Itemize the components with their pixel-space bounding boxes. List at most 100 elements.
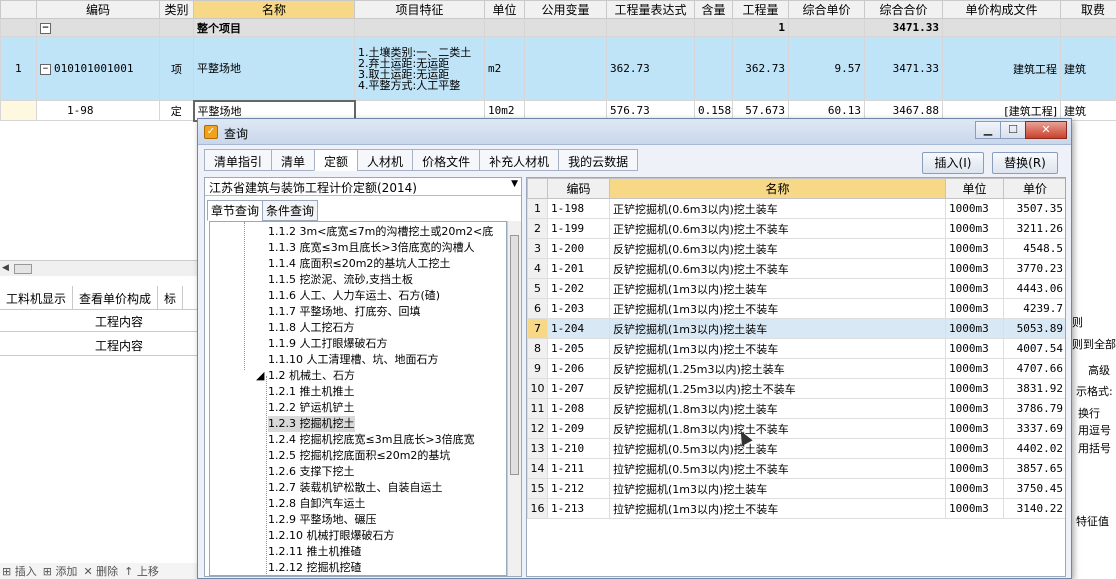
tab-quota[interactable]: 定额	[314, 149, 358, 171]
tree-item[interactable]: 1.2.9 平整场地、碾压	[268, 512, 377, 528]
table-row[interactable]: 12 1-209 反铲挖掘机(1.8m3以内)挖土不装车 1000m3 3337.69	[527, 418, 1065, 439]
scrollbar-thumb[interactable]	[14, 264, 32, 274]
tree-item[interactable]: 1.2.11 推土机推碴	[268, 544, 361, 560]
tree-item[interactable]: 1.2.10 机械打眼爆破石方	[268, 528, 394, 544]
col-header-file[interactable]: 单价构成文件	[942, 0, 1061, 19]
tab-chapter-search[interactable]: 章节查询	[207, 200, 264, 221]
item-features[interactable]: 1.土壤类别:一、二类土 2.弃土运距:无运距 3.取土运距:无运距 4.平整方…	[354, 36, 485, 101]
tree-scrollbar[interactable]	[507, 221, 521, 576]
tree-item[interactable]: ◢ 1.2 机械土、石方	[256, 368, 355, 384]
tree-item[interactable]: 1.1.4 底面积≤20m2的基坑人工挖土	[268, 256, 450, 272]
col-header-unit-price[interactable]: 综合单价	[788, 0, 865, 19]
grid-header-name[interactable]: 名称	[609, 178, 946, 199]
tree-item[interactable]: 1.1.6 人工、人力车运土、石方(碴)	[268, 288, 440, 304]
tree-item[interactable]: 1.2.3 挖掘机挖土	[268, 416, 355, 432]
add-button[interactable]: ⊞ 添加	[43, 563, 78, 579]
table-row[interactable]: 10 1-207 反铲挖掘机(1.25m3以内)挖土不装车 1000m3 3831.92	[527, 378, 1065, 399]
insert-button[interactable]: ⊞ 插入	[2, 563, 37, 579]
tab-supplement[interactable]: 补充人材机	[479, 149, 559, 171]
delete-button[interactable]: ✕ 删除	[83, 563, 118, 579]
tree-item[interactable]: 1.2.12 挖掘机挖碴	[268, 560, 361, 575]
minimize-button[interactable]: ▁	[975, 121, 1001, 139]
grid-corner[interactable]	[527, 178, 548, 199]
tree-item[interactable]: 1.2.6 支撑下挖土	[268, 464, 355, 480]
col-header-expr[interactable]: 工程量表达式	[606, 0, 695, 19]
grid-header-price[interactable]: 单价	[1003, 178, 1065, 199]
sheet-corner[interactable]	[0, 0, 37, 19]
tree-item[interactable]: 1.1.7 平整场地、打底夯、回填	[268, 304, 421, 320]
move-up-button[interactable]: ↑ 上移	[124, 563, 159, 579]
table-row[interactable]: 5 1-202 正铲挖掘机(1m3以内)挖土装车 1000m3 4443.06	[527, 278, 1065, 299]
close-button[interactable]: ✕	[1025, 121, 1067, 139]
grid-header-code[interactable]: 编码	[547, 178, 610, 199]
collapse-icon[interactable]: −	[40, 63, 51, 75]
tab-price-composition[interactable]: 查看单价构成	[73, 286, 159, 309]
tree-item[interactable]: 1.1.2 3m<底宽≤7m的沟槽挖土或20m2<底	[268, 224, 493, 240]
tab-condition-search[interactable]: 条件查询	[262, 200, 319, 221]
item-name[interactable]: 平整场地	[193, 36, 355, 101]
item-unit[interactable]: m2	[484, 36, 525, 101]
col-header-code[interactable]: 编码	[36, 0, 160, 19]
replace-button[interactable]: 替换(R)	[992, 152, 1058, 174]
scrollbar-thumb[interactable]	[510, 235, 519, 475]
maximize-button[interactable]: ☐	[1000, 121, 1026, 139]
table-row[interactable]: 6 1-203 正铲挖掘机(1m3以内)挖土不装车 1000m3 4239.7	[527, 298, 1065, 319]
table-row[interactable]: 1 −010101001001 项 平整场地 1.土壤类别:一、二类土 2.弃土…	[0, 36, 1116, 101]
col-header-fee[interactable]: 取费	[1060, 0, 1116, 19]
horizontal-scrollbar[interactable]: ◀	[0, 260, 198, 276]
col-header-type[interactable]: 类别	[159, 0, 194, 19]
tree-item[interactable]: 1.2.4 挖掘机挖底宽≤3m且底长>3倍底宽	[268, 432, 475, 448]
tree-item[interactable]: 1.1.8 人工挖石方	[268, 320, 355, 336]
col-header-var[interactable]: 公用变量	[524, 0, 607, 19]
right-panel-option[interactable]: 用逗号	[1078, 422, 1111, 438]
tab-bill-guide[interactable]: 清单指引	[204, 149, 272, 171]
tree-item[interactable]: 1.2.1 推土机推土	[268, 384, 355, 400]
advanced-button[interactable]: 高级	[1088, 362, 1110, 378]
tab-labor-material-machine[interactable]: 人材机	[357, 149, 413, 171]
tree-item[interactable]: 1.1.9 人工打眼爆破石方	[268, 336, 388, 352]
tree-item[interactable]: 1.2.8 自卸汽车运土	[268, 496, 366, 512]
tree-item[interactable]: 1.1.10 人工清理槽、坑、地面石方	[268, 352, 438, 368]
dropdown-arrow-icon[interactable]: ▼	[511, 179, 518, 189]
tree-item[interactable]: 1.2.7 装载机铲松散土、自装自运土	[268, 480, 442, 496]
col-header-content[interactable]: 含量	[694, 0, 733, 19]
table-row[interactable]: 9 1-206 反铲挖掘机(1.25m3以内)挖土装车 1000m3 4707.66	[527, 358, 1065, 379]
table-row[interactable]: 15 1-212 拉铲挖掘机(1m3以内)挖土装车 1000m3 3750.45	[527, 478, 1065, 499]
table-row[interactable]: 2 1-199 正铲挖掘机(0.6m3以内)挖土不装车 1000m3 3211.26	[527, 218, 1065, 239]
right-panel-text[interactable]: 则到全部	[1072, 336, 1116, 352]
table-row[interactable]: 13 1-210 拉铲挖掘机(0.5m3以内)挖土装车 1000m3 4402.02	[527, 438, 1065, 459]
table-row[interactable]: 8 1-205 反铲挖掘机(1m3以内)挖土不装车 1000m3 4007.54	[527, 338, 1065, 359]
table-row[interactable]: 16 1-213 拉铲挖掘机(1m3以内)挖土不装车 1000m3 3140.22	[527, 498, 1065, 519]
quota-library-select[interactable]: 江苏省建筑与装饰工程计价定额(2014) ▼	[205, 178, 521, 196]
tab-bill[interactable]: 清单	[271, 149, 315, 171]
tree-item[interactable]: 1.1.5 挖淤泥、流砂,支挡土板	[268, 272, 413, 288]
item-file[interactable]: 建筑工程	[942, 36, 1061, 101]
item-fee[interactable]: 建筑	[1060, 36, 1116, 101]
table-row[interactable]: 11 1-208 反铲挖掘机(1.8m3以内)挖土装车 1000m3 3786.79	[527, 398, 1065, 419]
table-row[interactable]: 3 1-200 反铲挖掘机(0.6m3以内)挖土装车 1000m3 4548.5	[527, 238, 1065, 259]
tab-cloud-data[interactable]: 我的云数据	[558, 149, 639, 171]
table-row[interactable]: 7 1-204 反铲挖掘机(1m3以内)挖土装车 1000m3 5053.89	[527, 318, 1065, 339]
item-expr[interactable]: 362.73	[606, 36, 695, 101]
col-header-total[interactable]: 综合合价	[864, 0, 943, 19]
collapse-icon[interactable]: −	[40, 22, 51, 34]
table-row[interactable]: 4 1-201 反铲挖掘机(0.6m3以内)挖土不装车 1000m3 3770.23	[527, 258, 1065, 279]
col-header-qty[interactable]: 工程量	[732, 0, 789, 19]
scroll-left-icon[interactable]: ◀	[2, 263, 9, 273]
tree-item[interactable]: 1.2.5 挖掘机挖底面积≤20m2的基坑	[268, 448, 450, 464]
table-row[interactable]: 1 1-198 正铲挖掘机(0.6m3以内)挖土装车 1000m3 3507.35	[527, 198, 1065, 219]
table-row-total[interactable]: − 整个项目 1 3471.33	[0, 18, 1116, 37]
col-header-name[interactable]: 名称	[193, 0, 355, 19]
table-row[interactable]: 14 1-211 拉铲挖掘机(0.5m3以内)挖土不装车 1000m3 3857.65	[527, 458, 1065, 479]
tree-item[interactable]: 1.1.3 底宽≤3m且底长>3倍底宽的沟槽人	[268, 240, 475, 256]
tab-price-file[interactable]: 价格文件	[412, 149, 480, 171]
right-panel-option[interactable]: 用括号	[1078, 440, 1111, 456]
tab-labor-material[interactable]: 工料机显示	[0, 286, 74, 309]
tree-item[interactable]: 1.2.2 铲运机铲土	[268, 400, 355, 416]
col-header-unit[interactable]: 单位	[484, 0, 525, 19]
right-panel-option[interactable]: 换行	[1078, 405, 1100, 421]
grid-header-unit[interactable]: 单位	[945, 178, 1004, 199]
dialog-title-bar[interactable]: ✓ 查询 ▁ ☐ ✕	[198, 119, 1071, 145]
insert-button[interactable]: 插入(I)	[922, 152, 984, 174]
tab-standard[interactable]: 标	[158, 286, 184, 309]
